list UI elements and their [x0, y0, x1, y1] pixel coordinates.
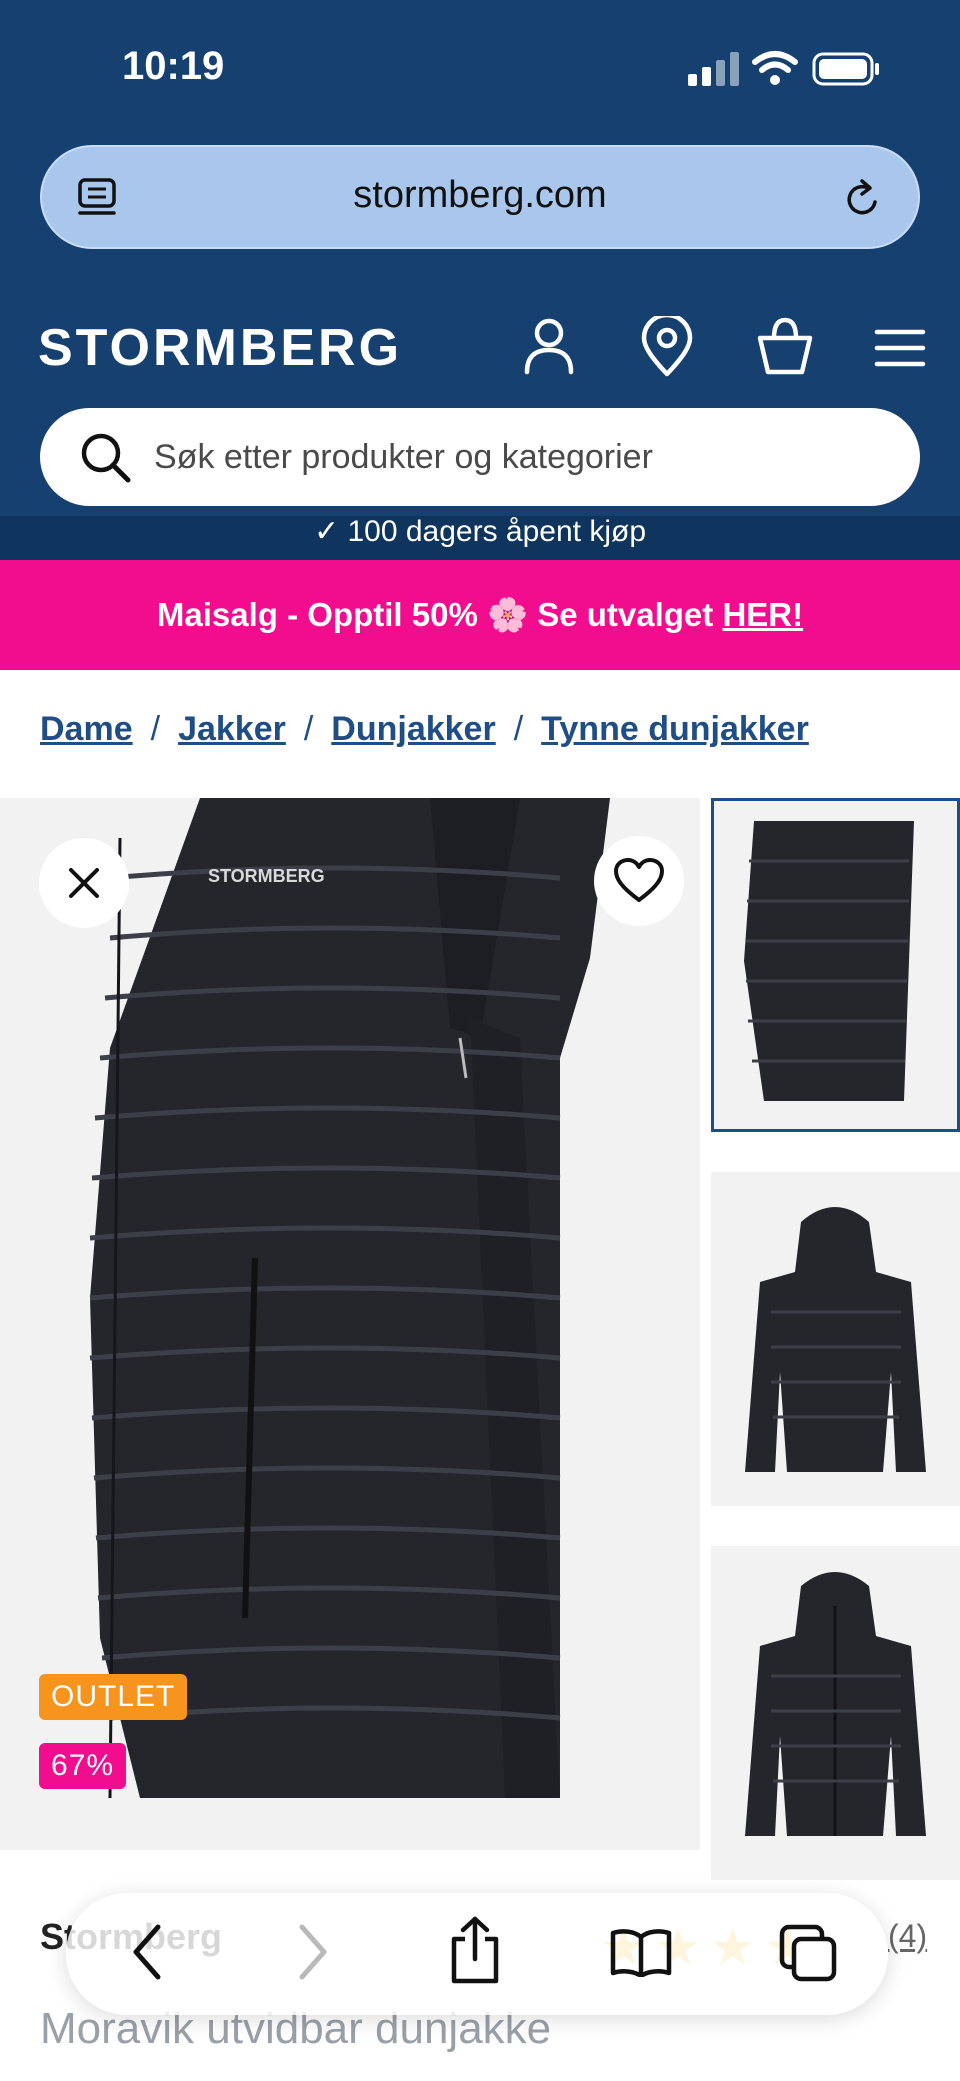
- breadcrumb-separator: /: [513, 710, 524, 748]
- shopping-bag-icon[interactable]: [756, 316, 814, 376]
- status-bar: 10:19: [0, 0, 960, 130]
- store-locator-icon[interactable]: [640, 316, 694, 378]
- thumbnail-front-photo: [745, 1572, 926, 1836]
- promo-banner[interactable]: Maisalg - Opptil 50% 🌸 Se utvalget HER!: [0, 560, 960, 670]
- breadcrumb-dame[interactable]: Dame: [40, 710, 133, 748]
- search-icon: [81, 433, 131, 483]
- wifi-icon: [752, 51, 798, 85]
- hamburger-menu-icon[interactable]: [874, 328, 926, 368]
- forward-icon[interactable]: [292, 1921, 332, 1983]
- promo-link[interactable]: HER!: [722, 596, 803, 633]
- breadcrumb-dunjakker[interactable]: Dunjakker: [331, 710, 495, 748]
- review-count[interactable]: (4): [888, 1918, 927, 1955]
- breadcrumb-tynne-dunjakker[interactable]: Tynne dunjakker: [541, 710, 809, 748]
- thumbnail-back-photo: [745, 1207, 926, 1472]
- browser-toolbar: [66, 1893, 888, 2015]
- breadcrumb-separator: /: [303, 710, 314, 748]
- heart-icon: [614, 858, 664, 902]
- discount-badge: 67%: [39, 1743, 127, 1789]
- reload-icon[interactable]: [842, 175, 884, 221]
- svg-text:STORMBERG: STORMBERG: [208, 866, 325, 886]
- outlet-badge: OUTLET: [39, 1674, 188, 1720]
- favorite-button[interactable]: [594, 836, 684, 926]
- thumbnail-2[interactable]: [711, 1172, 960, 1506]
- thumbnail-side-photo: [744, 821, 914, 1101]
- tabs-icon[interactable]: [778, 1923, 838, 1983]
- site-search[interactable]: [40, 408, 920, 506]
- usp-text: 100 dagers åpent kjøp: [347, 516, 647, 548]
- thumbnail-1[interactable]: [711, 798, 960, 1132]
- url-text: stormberg.com: [353, 174, 607, 216]
- search-input[interactable]: [152, 428, 872, 486]
- breadcrumb: Dame / Jakker / Dunjakker / Tynne dunjakker: [40, 710, 809, 760]
- checkmark-icon: ✓: [313, 516, 348, 548]
- usp-banner: ✓ 100 dagers åpent kjøp: [0, 516, 960, 560]
- site-header: 10:19 stormberg.com STORMBERG Søk etter …: [0, 0, 960, 560]
- breadcrumb-jakker[interactable]: Jakker: [178, 710, 286, 748]
- cellular-signal-icon: [688, 52, 739, 86]
- stormberg-logo[interactable]: STORMBERG: [38, 318, 402, 378]
- status-time: 10:19: [122, 44, 225, 88]
- account-icon[interactable]: [522, 316, 576, 376]
- thumbnail-3[interactable]: [711, 1546, 960, 1880]
- close-button[interactable]: [39, 838, 129, 928]
- close-icon: [69, 868, 99, 898]
- breadcrumb-separator: /: [150, 710, 161, 748]
- promo-text: Maisalg - Opptil 50% 🌸 Se utvalget: [156, 596, 723, 633]
- browser-address-bar[interactable]: stormberg.com: [40, 145, 920, 249]
- share-icon[interactable]: [448, 1915, 502, 1985]
- battery-icon: [812, 52, 879, 86]
- back-icon[interactable]: [128, 1921, 168, 1983]
- bookmarks-icon[interactable]: [610, 1927, 672, 1977]
